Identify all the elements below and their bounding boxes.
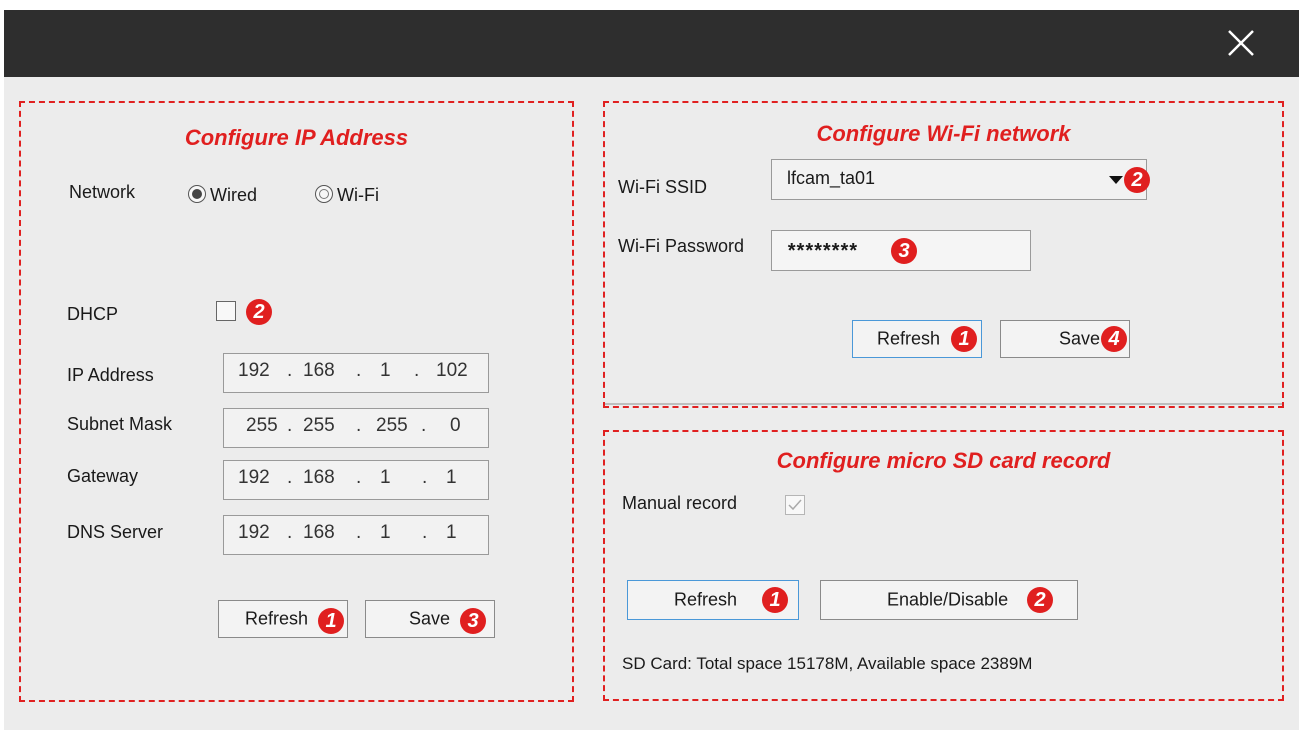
ip-save-label: Save	[409, 608, 451, 629]
dns-server-field[interactable]: 192 . 168 . 1 . 1	[223, 515, 489, 555]
octet: 1	[446, 522, 457, 543]
radio-wifi-control[interactable]	[315, 185, 333, 203]
step-badge: 1	[951, 326, 977, 352]
wifi-panel-title: Configure Wi-Fi network	[816, 121, 1071, 146]
wifi-ssid-label: Wi-Fi SSID	[618, 177, 707, 197]
step-badge: 2	[1124, 167, 1150, 193]
radio-wifi-label: Wi-Fi	[337, 185, 379, 205]
octet: 192	[238, 522, 270, 543]
octet-dot: .	[356, 415, 362, 436]
octet-dot: .	[287, 415, 293, 436]
sd-refresh-label: Refresh	[674, 589, 738, 610]
step-badge: 3	[891, 238, 917, 264]
octet: 255	[303, 415, 335, 436]
subnet-mask-field[interactable]: 255 . 255 . 255 . 0	[223, 408, 489, 448]
manual-record-label: Manual record	[622, 493, 738, 513]
wifi-save-label: Save	[1059, 328, 1101, 349]
octet-dot: .	[414, 360, 420, 381]
octet-dot: .	[287, 467, 293, 488]
ip-refresh-label: Refresh	[245, 608, 309, 629]
dropdown-arrow-icon	[1109, 176, 1123, 184]
sd-card-status: SD Card: Total space 15178M, Available s…	[622, 654, 1033, 673]
wifi-ssid-value: lfcam_ta01	[787, 168, 876, 188]
octet-dot: .	[422, 522, 428, 543]
wifi-config-panel: Configure Wi-Fi network Wi-Fi SSID lfcam…	[603, 101, 1284, 408]
wifi-password-value: ********	[787, 240, 858, 262]
ip-config-panel: Configure IP Address Network Wired Wi-Fi…	[19, 101, 574, 702]
panel-divider	[605, 403, 1282, 405]
octet: 1	[380, 360, 391, 381]
wifi-ssid-dropdown[interactable]: lfcam_ta01 2	[771, 159, 1150, 200]
octet: 255	[376, 415, 408, 436]
wifi-password-input[interactable]: ******** 3	[771, 230, 1031, 271]
octet-dot: .	[287, 360, 293, 381]
octet: 168	[303, 360, 335, 381]
enable-disable-label: Enable/Disable	[887, 589, 1009, 610]
step-badge: 4	[1101, 326, 1127, 352]
octet: 255	[246, 415, 278, 436]
octet: 0	[450, 415, 461, 436]
octet: 192	[238, 467, 270, 488]
octet: 192	[238, 360, 270, 381]
octet: 102	[436, 360, 468, 381]
gateway-field[interactable]: 192 . 168 . 1 . 1	[223, 460, 489, 500]
dhcp-label: DHCP	[67, 304, 119, 324]
radio-wired-label: Wired	[210, 185, 258, 205]
octet-dot: .	[421, 415, 427, 436]
gateway-label: Gateway	[67, 466, 139, 486]
close-button[interactable]	[1221, 23, 1261, 63]
wifi-refresh-button[interactable]: Refresh 1	[852, 320, 982, 358]
ip-save-button[interactable]: Save 3	[365, 600, 495, 638]
dns-server-label: DNS Server	[67, 522, 164, 542]
ip-address-field[interactable]: 192 . 168 . 1 . 102	[223, 353, 489, 393]
step-badge: 1	[318, 608, 344, 634]
octet-dot: .	[287, 522, 293, 543]
octet-dot: .	[356, 522, 362, 543]
octet: 1	[380, 522, 391, 543]
network-label: Network	[69, 182, 136, 202]
step-badge: 1	[762, 587, 788, 613]
step-badge: 2	[1027, 587, 1053, 613]
radio-wifi[interactable]: Wi-Fi	[315, 183, 435, 207]
octet-dot: .	[356, 467, 362, 488]
wifi-password-label: Wi-Fi Password	[618, 236, 745, 256]
ip-panel-title: Configure IP Address	[184, 125, 409, 150]
wifi-refresh-label: Refresh	[877, 328, 941, 349]
step-badge: 3	[460, 608, 486, 634]
subnet-mask-label: Subnet Mask	[67, 414, 173, 434]
sd-panel-title: Configure micro SD card record	[776, 448, 1111, 473]
octet: 168	[303, 467, 335, 488]
octet-dot: .	[422, 467, 428, 488]
close-icon	[1228, 30, 1254, 56]
title-bar	[4, 10, 1299, 77]
octet-dot: .	[356, 360, 362, 381]
octet: 168	[303, 522, 335, 543]
sd-config-panel: Configure micro SD card record Manual re…	[603, 430, 1284, 701]
sd-refresh-button[interactable]: Refresh 1	[627, 580, 799, 620]
step-badge: 2	[246, 299, 272, 325]
radio-wired-control[interactable]	[188, 185, 206, 203]
octet: 1	[380, 467, 391, 488]
octet: 1	[446, 467, 457, 488]
enable-disable-button[interactable]: Enable/Disable 2	[820, 580, 1078, 620]
ip-address-label: IP Address	[67, 365, 154, 385]
dhcp-checkbox[interactable]	[216, 301, 236, 321]
manual-record-checkbox[interactable]	[785, 495, 805, 515]
wifi-save-button[interactable]: Save 4	[1000, 320, 1130, 358]
check-icon	[788, 499, 802, 511]
ip-refresh-button[interactable]: Refresh 1	[218, 600, 348, 638]
radio-wired[interactable]: Wired	[188, 183, 308, 207]
